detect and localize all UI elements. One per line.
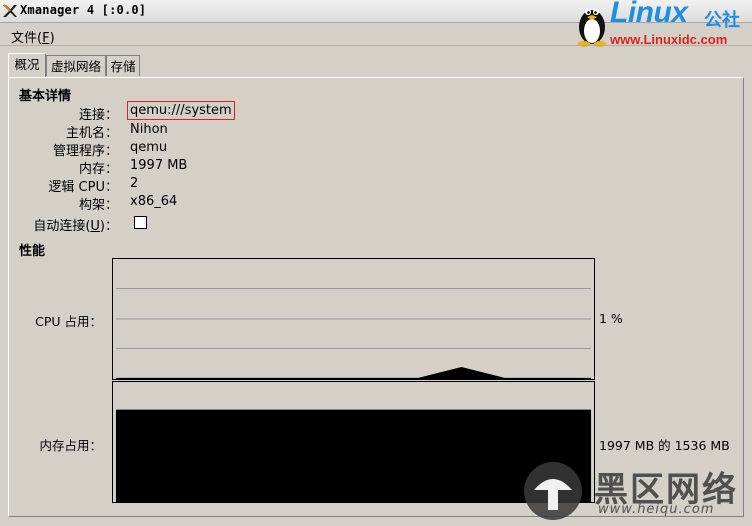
xmanager-icon: [3, 4, 17, 17]
tab-storage[interactable]: 存储: [106, 55, 140, 76]
cpu-usage-graph: [112, 258, 595, 380]
memory-label: 内存：: [78, 162, 118, 177]
connection-label: 连接：: [78, 108, 118, 123]
autoconnect-checkbox[interactable]: [134, 216, 147, 229]
architecture-value: x86_64: [130, 194, 178, 209]
logical-cpu-value: 2: [130, 176, 139, 191]
basic-details-title: 基本详情: [19, 89, 72, 104]
autoconnect-label: 自动连接(U)：: [33, 219, 118, 234]
tab-overview[interactable]: 概况: [8, 53, 46, 77]
watermark-url: www.heiqu.com: [598, 502, 715, 517]
menu-file[interactable]: 文件(F): [11, 27, 55, 46]
connection-value: qemu:///system: [127, 101, 235, 120]
heiqu-watermark: 黑区网络 www.heiqu.com: [518, 460, 750, 522]
hostname-value: Nihon: [130, 122, 168, 137]
cpu-usage-label: CPU 占用：: [35, 314, 102, 329]
hypervisor-value: qemu: [130, 140, 168, 155]
performance-title: 性能: [19, 244, 46, 259]
menubar: 文件(F): [0, 23, 752, 46]
architecture-label: 构架：: [78, 198, 118, 213]
mushroom-logo-icon: [524, 462, 582, 520]
logical-cpu-label: 逻辑 CPU：: [48, 180, 118, 195]
cpu-usage-area: [115, 367, 592, 379]
memory-usage-value: 1997 MB 的 1536 MB: [599, 438, 730, 453]
tab-virtual-networks[interactable]: 虚拟网络: [46, 55, 106, 76]
memory-usage-label: 内存占用：: [39, 438, 102, 453]
hostname-label: 主机名：: [65, 126, 118, 141]
window-title: Xmanager 4 [:0.0]: [20, 3, 147, 17]
memory-value: 1997 MB: [130, 158, 188, 173]
cpu-usage-value: 1 %: [599, 311, 623, 326]
hypervisor-label: 管理程序：: [52, 144, 118, 159]
